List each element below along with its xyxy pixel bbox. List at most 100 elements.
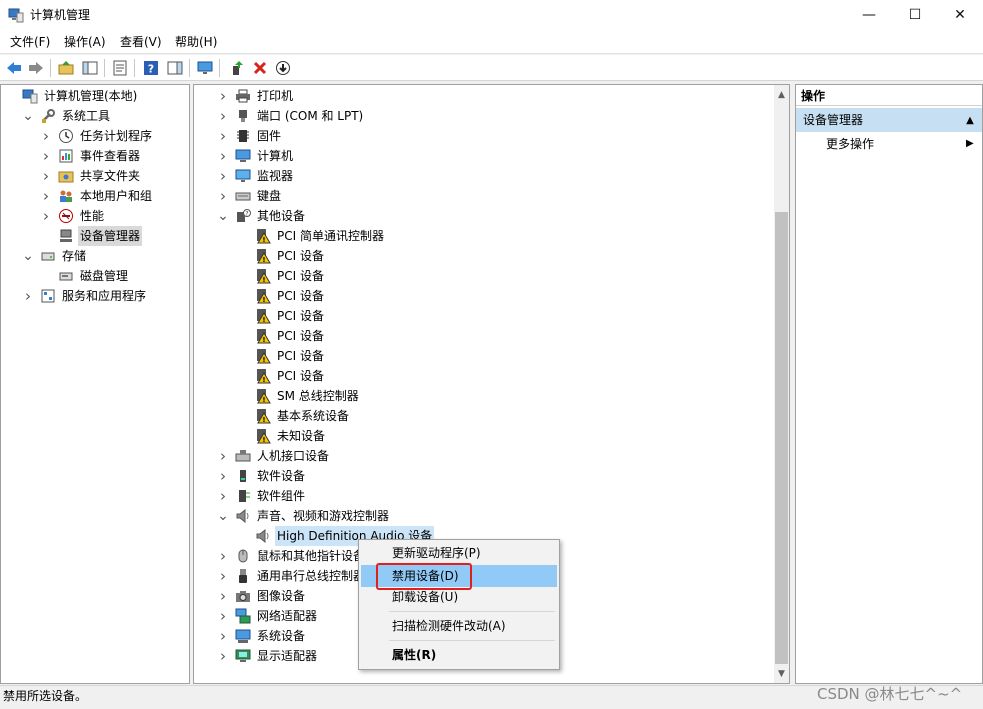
collapsed-chevron-icon[interactable]: › (40, 126, 52, 146)
expanded-chevron-icon[interactable]: ⌄ (217, 206, 229, 226)
collapsed-chevron-icon[interactable]: › (40, 186, 52, 206)
forward-arrow-icon[interactable] (26, 58, 46, 78)
tree-item[interactable]: ! 基本系统设备 (237, 406, 351, 426)
tree-item[interactable]: › 计算机 (217, 146, 295, 166)
show-action-pane-icon[interactable] (165, 58, 185, 78)
tree-item[interactable]: ! PCI 简单通讯控制器 (237, 226, 386, 246)
submenu-arrow-icon[interactable]: ▶ (966, 135, 974, 153)
expanded-chevron-icon[interactable]: ⌄ (22, 246, 34, 266)
collapsed-chevron-icon[interactable]: › (217, 646, 229, 666)
help-icon[interactable]: ? (141, 58, 161, 78)
update-driver-icon[interactable] (227, 58, 247, 78)
up-folder-icon[interactable] (56, 58, 76, 78)
tree-item[interactable]: › 事件查看器 (40, 146, 142, 166)
menu-item-update-driver[interactable]: 更新驱动程序(P) (361, 542, 557, 564)
collapsed-chevron-icon[interactable]: › (217, 626, 229, 646)
tree-item[interactable]: › 网络适配器 (217, 606, 319, 626)
tree-item[interactable]: › 通用串行总线控制器 (217, 566, 367, 586)
tree-item[interactable]: ! PCI 设备 (237, 266, 326, 286)
tree-item[interactable]: ! PCI 设备 (237, 246, 326, 266)
monitor-icon[interactable] (195, 58, 215, 78)
tree-item[interactable]: ⌄? 其他设备 (217, 206, 307, 226)
expanded-chevron-icon[interactable]: ⌄ (22, 106, 34, 126)
collapsed-chevron-icon[interactable]: › (217, 166, 229, 186)
scroll-down-icon[interactable]: ▼ (774, 666, 789, 682)
tree-item[interactable]: 磁盘管理 (40, 266, 130, 286)
collapsed-chevron-icon[interactable]: › (40, 146, 52, 166)
warning-device-icon: ! (255, 368, 271, 384)
actions-section-device-manager[interactable]: 设备管理器 (796, 108, 982, 132)
tree-item[interactable]: › 人机接口设备 (217, 446, 331, 466)
menu-file[interactable]: 文件(F) (10, 34, 50, 50)
menu-item-scan-hardware[interactable]: 扫描检测硬件改动(A) (361, 615, 557, 637)
tree-item[interactable]: ! 未知设备 (237, 426, 327, 446)
warning-device-icon: ! (255, 328, 271, 344)
close-button[interactable]: ✕ (937, 0, 983, 30)
tree-item[interactable]: 设备管理器 (40, 226, 143, 246)
tree-item[interactable]: › 键盘 (217, 186, 283, 206)
menu-item-properties[interactable]: 属性(R) (361, 644, 557, 666)
tree-item-label: 共享文件夹 (80, 169, 141, 183)
tree-item[interactable]: › 显示适配器 (217, 646, 319, 666)
tree-item[interactable]: ! PCI 设备 (237, 306, 326, 326)
collapsed-chevron-icon[interactable]: › (217, 446, 229, 466)
toolbar-separator (219, 59, 220, 77)
collapsed-chevron-icon[interactable]: › (217, 586, 229, 606)
tree-item[interactable]: › 图像设备 (217, 586, 307, 606)
menu-action[interactable]: 操作(A) (64, 34, 106, 50)
tree-item[interactable]: ! PCI 设备 (237, 366, 326, 386)
tree-item[interactable]: › 软件组件 (217, 486, 307, 506)
tree-item[interactable]: › 打印机 (217, 86, 295, 106)
expanded-chevron-icon[interactable]: ⌄ (217, 506, 229, 526)
tree-item[interactable]: › 鼠标和其他指针设备 (217, 546, 367, 566)
tree-item[interactable]: › 端口 (COM 和 LPT) (217, 106, 365, 126)
collapse-arrow-icon[interactable]: ▲ (962, 108, 978, 132)
tree-item[interactable]: ⌄ 声音、视频和游戏控制器 (217, 506, 391, 526)
tree-item[interactable]: › 系统设备 (217, 626, 307, 646)
disable-device-icon[interactable] (273, 58, 293, 78)
collapsed-chevron-icon[interactable]: › (217, 606, 229, 626)
tree-item[interactable]: › 任务计划程序 (40, 126, 154, 146)
tree-item[interactable]: › 监视器 (217, 166, 295, 186)
tree-item[interactable]: ⌄ 系统工具 (22, 106, 112, 126)
tree-item[interactable]: › 固件 (217, 126, 283, 146)
tree-item[interactable]: › 性能 (40, 206, 106, 226)
tree-item[interactable]: › 软件设备 (217, 466, 307, 486)
menu-view[interactable]: 查看(V) (120, 34, 162, 50)
tree-item[interactable]: 计算机管理(本地) (4, 86, 139, 106)
maximize-button[interactable]: ☐ (892, 0, 938, 30)
tree-item[interactable]: ! PCI 设备 (237, 286, 326, 306)
tree-item[interactable]: › 服务和应用程序 (22, 286, 148, 306)
tree-item[interactable]: › 本地用户和组 (40, 186, 154, 206)
collapsed-chevron-icon[interactable]: › (217, 466, 229, 486)
collapsed-chevron-icon[interactable]: › (40, 166, 52, 186)
collapsed-chevron-icon[interactable]: › (217, 86, 229, 106)
tree-item-label: 设备管理器 (78, 226, 143, 246)
more-actions-item[interactable]: 更多操作 (826, 135, 874, 153)
collapsed-chevron-icon[interactable]: › (217, 486, 229, 506)
tree-item[interactable]: ! PCI 设备 (237, 326, 326, 346)
scroll-up-icon[interactable]: ▲ (774, 87, 789, 103)
tree-item[interactable]: ! PCI 设备 (237, 346, 326, 366)
uninstall-icon[interactable] (250, 58, 270, 78)
clock-icon (58, 128, 74, 144)
collapsed-chevron-icon[interactable]: › (217, 566, 229, 586)
menu-item-uninstall-device[interactable]: 卸载设备(U) (361, 586, 557, 608)
collapsed-chevron-icon[interactable]: › (22, 286, 34, 306)
collapsed-chevron-icon[interactable]: › (217, 146, 229, 166)
tree-item[interactable]: › 共享文件夹 (40, 166, 142, 186)
collapsed-chevron-icon[interactable]: › (40, 206, 52, 226)
show-hide-tree-icon[interactable] (80, 58, 100, 78)
collapsed-chevron-icon[interactable]: › (217, 106, 229, 126)
tree-item[interactable]: ⌄ 存储 (22, 246, 88, 266)
tree-item[interactable]: ! SM 总线控制器 (237, 386, 361, 406)
properties-icon[interactable] (110, 58, 130, 78)
menu-help[interactable]: 帮助(H) (175, 34, 217, 50)
scrollbar-thumb[interactable] (775, 212, 788, 664)
collapsed-chevron-icon[interactable]: › (217, 186, 229, 206)
back-arrow-icon[interactable] (4, 58, 24, 78)
collapsed-chevron-icon[interactable]: › (217, 546, 229, 566)
menu-bar: 文件(F) 操作(A) 查看(V) 帮助(H) (0, 30, 983, 54)
collapsed-chevron-icon[interactable]: › (217, 126, 229, 146)
minimize-button[interactable]: — (846, 0, 892, 30)
